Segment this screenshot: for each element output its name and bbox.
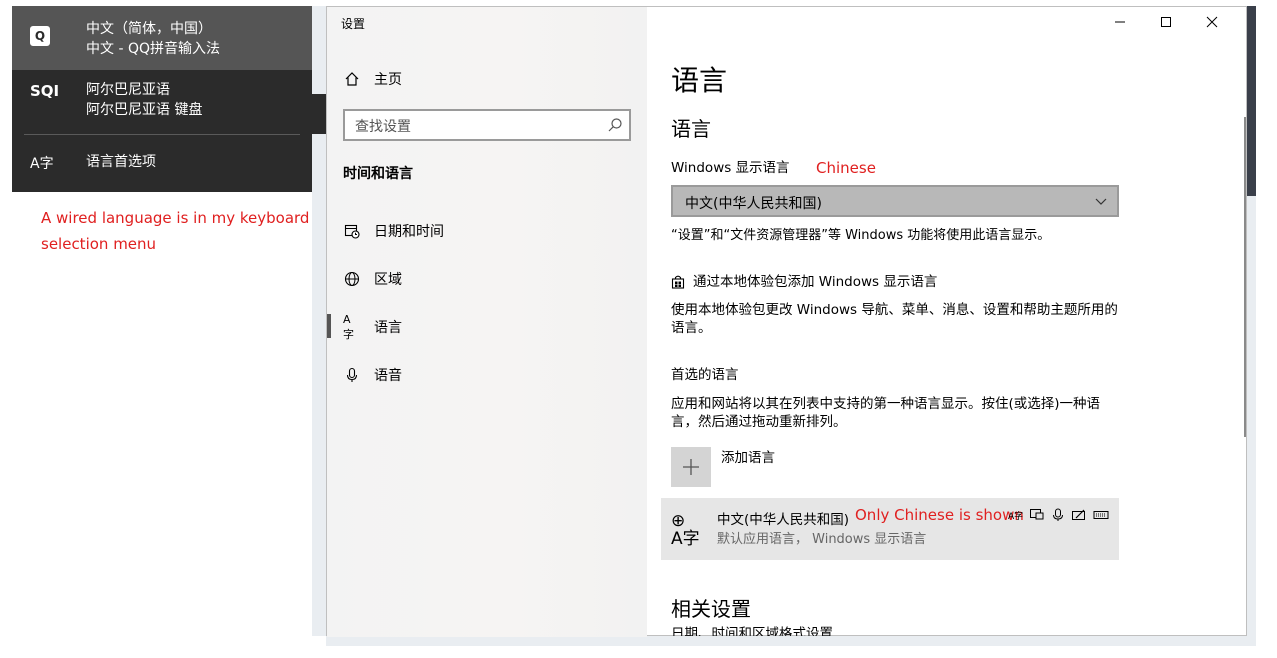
- language-feature-icons: A字: [1007, 508, 1109, 522]
- add-language-pack-link[interactable]: 通过本地体验包添加 Windows 显示语言: [671, 273, 937, 291]
- ime-item-title: 中文（简体，中国）: [86, 21, 212, 37]
- chevron-down-icon: [1093, 193, 1109, 213]
- language-list-item-chinese[interactable]: ⊕ A字 中文(中华人民共和国) Only Chinese is shown 默认…: [661, 498, 1119, 560]
- display-language-dropdown[interactable]: 中文(中华人民共和国): [671, 185, 1119, 217]
- calendar-clock-icon: [343, 222, 361, 240]
- minimize-icon: [1115, 21, 1125, 23]
- maximize-icon: [1161, 17, 1171, 27]
- sidebar-item-speech[interactable]: 语音: [343, 365, 402, 385]
- scrollbar[interactable]: [1244, 117, 1246, 437]
- section-title-language: 语言: [671, 117, 711, 141]
- annotation-only-chinese: Only Chinese is shown: [855, 506, 1024, 524]
- related-settings-link[interactable]: 日期、时间和区域格式设置: [671, 625, 833, 636]
- sidebar-item-language[interactable]: A字 语言: [343, 312, 402, 341]
- language-entry-name: 中文(中华人民共和国): [717, 512, 850, 528]
- svg-text:A字: A字: [1008, 510, 1023, 522]
- search-input[interactable]: 查找设置: [343, 109, 631, 141]
- plus-icon: [683, 459, 699, 475]
- ime-separator: [24, 134, 300, 135]
- language-entry-subtitle: 默认应用语言， Windows 显示语言: [717, 532, 927, 547]
- ime-item-subtitle: 阿尔巴尼亚语 键盘: [86, 102, 203, 118]
- handwriting-icon: [1072, 509, 1085, 520]
- background-bottom-edge: [326, 636, 1256, 646]
- annotation-chinese: Chinese: [816, 159, 876, 177]
- sidebar-item-label: 日期和时间: [374, 224, 444, 240]
- ime-item-subtitle: 中文 - QQ拼音输入法: [86, 41, 220, 57]
- settings-content: 语言 语言 Windows 显示语言 Chinese 中文(中华人民共和国) “…: [647, 7, 1248, 637]
- preferred-languages-description: 应用和网站将以其在列表中支持的第一种语言显示。按住(或选择)一种语言，然后通过拖…: [671, 396, 1101, 430]
- albanian-keyboard-icon: SQI: [30, 82, 60, 100]
- ime-flyout: Q 中文（简体，中国） 中文 - QQ拼音输入法 SQI 阿尔巴尼亚语 阿尔巴尼…: [12, 6, 312, 192]
- active-indicator: [327, 314, 331, 338]
- language-icon: A字: [30, 156, 54, 172]
- qq-pinyin-icon: Q: [30, 26, 50, 46]
- microphone-icon: [343, 366, 361, 384]
- ime-prefs-label: 语言首选项: [86, 154, 156, 170]
- language-feature-icon: A字: [1008, 510, 1023, 522]
- display-language-label: Windows 显示语言: [671, 160, 790, 176]
- sidebar-item-label: 语音: [374, 368, 402, 384]
- window-title: 设置: [341, 17, 366, 31]
- store-bag-icon: [671, 275, 685, 289]
- search-icon: [607, 117, 623, 137]
- ime-language-preferences[interactable]: A字 语言首选项: [12, 142, 312, 186]
- microphone-icon: [1053, 508, 1063, 521]
- home-icon: [343, 70, 361, 88]
- related-settings-title: 相关设置: [671, 597, 751, 621]
- minimize-button[interactable]: [1097, 7, 1143, 37]
- sidebar-item-label: 主页: [374, 72, 402, 88]
- page-title: 语言: [671, 64, 728, 97]
- search-placeholder: 查找设置: [355, 119, 411, 135]
- display-language-value: 中文(中华人民共和国): [685, 196, 822, 212]
- sidebar-item-label: 区域: [374, 272, 402, 288]
- annotation-wired-language: A wired language is in my keyboard selec…: [41, 209, 310, 253]
- add-language-label: 添加语言: [721, 450, 775, 466]
- settings-window: 设置 主页 查找设置 时间和语言 日期和时间 区域 A字 语言 语音 语言 语言…: [326, 6, 1248, 637]
- sidebar-category: 时间和语言: [343, 166, 413, 182]
- sidebar-item-date-time[interactable]: 日期和时间: [343, 221, 444, 241]
- globe-icon: [343, 270, 361, 288]
- preferred-languages-title: 首选的语言: [671, 367, 739, 383]
- display-icon: [1030, 509, 1044, 520]
- keyboard-icon: [1093, 511, 1109, 519]
- sidebar-item-label: 语言: [374, 320, 402, 336]
- add-language-pack-label: 通过本地体验包添加 Windows 显示语言: [693, 274, 938, 290]
- ime-item-albanian[interactable]: SQI 阿尔巴尼亚语 阿尔巴尼亚语 键盘: [12, 70, 312, 132]
- maximize-button[interactable]: [1143, 7, 1189, 37]
- language-icon: A字: [343, 312, 354, 341]
- settings-sidebar: 设置 主页 查找设置 时间和语言 日期和时间 区域 A字 语言 语音: [327, 7, 647, 637]
- sidebar-item-home[interactable]: 主页: [343, 69, 402, 89]
- ime-item-title: 阿尔巴尼亚语: [86, 82, 170, 98]
- close-icon: [1206, 16, 1218, 28]
- language-pack-description: 使用本地体验包更改 Windows 导航、菜单、消息、设置和帮助主题所用的语言。: [671, 302, 1118, 336]
- add-language-button[interactable]: [671, 447, 711, 487]
- display-language-description: “设置”和“文件资源管理器”等 Windows 功能将使用此语言显示。: [671, 228, 1051, 243]
- sidebar-item-region[interactable]: 区域: [343, 269, 402, 289]
- language-globe-icon: ⊕ A字: [671, 511, 700, 549]
- ime-item-chinese-qq[interactable]: Q 中文（简体，中国） 中文 - QQ拼音输入法: [12, 6, 312, 70]
- background-window-dark-edge: [312, 94, 326, 134]
- close-button[interactable]: [1189, 7, 1235, 37]
- background-right-dark-edge: [1247, 6, 1256, 196]
